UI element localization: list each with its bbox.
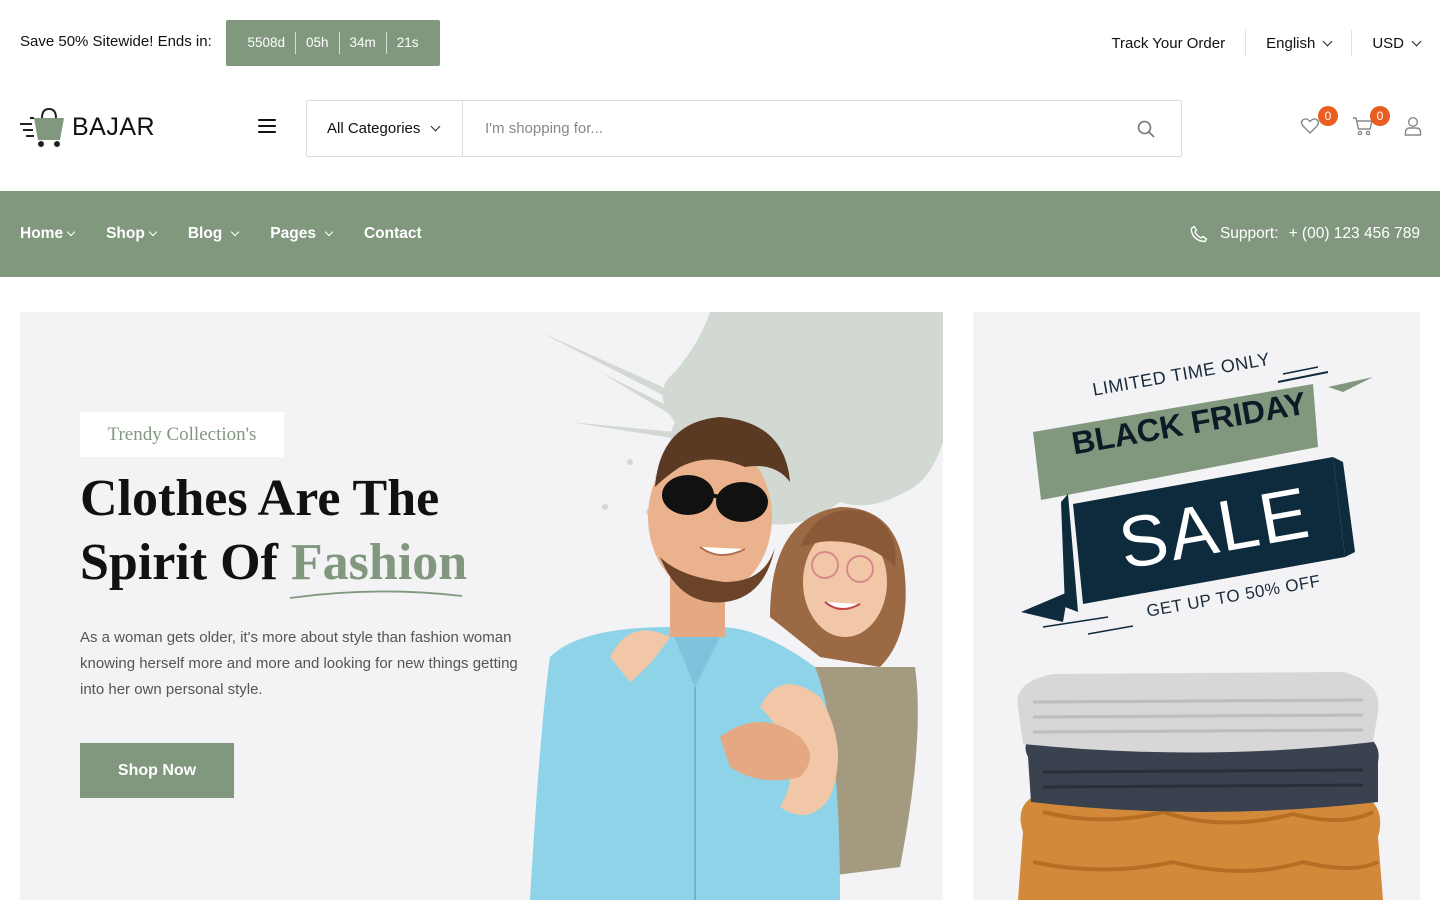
hero-title-accent: Fashion [290, 534, 468, 591]
track-order-label: Track Your Order [1111, 34, 1226, 52]
chevron-down-icon [1322, 36, 1333, 46]
sweater-stack-image [1017, 672, 1383, 900]
main-nav: Home Shop Blog Pages Contact Support: + … [0, 191, 1440, 277]
nav-item-label: Blog [187, 225, 223, 242]
underline-decoration [289, 590, 463, 599]
hero-tag: Trendy Collection's [80, 412, 284, 457]
logo[interactable]: BAJAR [20, 106, 155, 148]
support-info: Support: + (00) 123 456 789 [1190, 191, 1420, 277]
nav-item-blog[interactable]: Blog [187, 225, 240, 243]
track-order-link[interactable]: Track Your Order [1091, 35, 1245, 52]
header-icons: 0 0 [1300, 106, 1424, 142]
chevron-down-icon [1411, 36, 1422, 46]
countdown-hours: 05h [305, 35, 329, 50]
language-select[interactable]: English [1246, 35, 1351, 52]
logo-text: BAJAR [72, 112, 156, 141]
nav-item-label: Contact [363, 225, 422, 242]
chevron-down-icon [430, 121, 441, 132]
heart-icon [1300, 118, 1320, 134]
black-friday-banner[interactable]: LIMITED TIME ONLY BLACK FRIDAY SALE GET … [973, 312, 1420, 900]
chevron-down-icon [148, 227, 158, 237]
wishlist-count-badge: 0 [1318, 106, 1338, 126]
nav-item-label: Shop [106, 225, 145, 242]
hero-banner: Trendy Collection's Clothes Are The Spir… [20, 312, 943, 900]
support-label: Support: [1219, 225, 1279, 242]
category-select-label: All Categories [327, 120, 421, 137]
countdown-days: 5508d [247, 35, 285, 50]
shopping-bag-logo-icon [20, 107, 64, 147]
nav-item-shop[interactable]: Shop [106, 225, 158, 243]
chevron-down-icon [66, 227, 76, 237]
search-button[interactable] [1111, 101, 1181, 156]
chevron-down-icon [231, 227, 240, 237]
top-right-links: Track Your Order English USD [1091, 30, 1422, 56]
shop-now-button[interactable]: Shop Now [80, 743, 234, 798]
cart-count-badge: 0 [1370, 106, 1390, 126]
search-bar: All Categories [306, 100, 1182, 157]
search-input[interactable] [463, 101, 1111, 156]
user-icon [1404, 116, 1422, 136]
nav-item-label: Home [20, 225, 64, 242]
nav-item-label: Pages [270, 225, 316, 242]
nav-item-home[interactable]: Home [20, 225, 76, 243]
nav-items: Home Shop Blog Pages Contact [20, 191, 454, 277]
chevron-down-icon [324, 227, 334, 237]
support-phone-link[interactable]: + (00) 123 456 789 [1289, 225, 1420, 243]
category-select[interactable]: All Categories [307, 101, 463, 156]
menu-icon[interactable] [258, 119, 276, 134]
countdown-timer: 5508d 05h 34m 21s [226, 20, 440, 66]
currency-select[interactable]: USD [1352, 34, 1422, 52]
account-button[interactable] [1404, 116, 1422, 141]
top-bar: Save 50% Sitewide! Ends in: 5508d 05h 34… [0, 0, 1440, 85]
hero-title: Clothes Are The Spirit Of Fashion [80, 467, 467, 595]
language-label: English [1266, 34, 1316, 52]
hero-couple-image [530, 417, 918, 900]
currency-label: USD [1372, 34, 1404, 52]
search-icon [1137, 120, 1155, 138]
nav-item-pages[interactable]: Pages [270, 225, 334, 243]
nav-item-contact[interactable]: Contact [364, 225, 422, 243]
hero-title-line1: Clothes Are The [80, 470, 440, 527]
hero-description: As a woman gets older, it's more about s… [80, 629, 518, 698]
wishlist-button[interactable] [1300, 116, 1320, 141]
countdown-minutes: 34m [349, 35, 376, 50]
promo-text: Save 50% Sitewide! Ends in: [20, 33, 212, 50]
phone-icon [1190, 225, 1208, 243]
countdown-seconds: 21s [396, 35, 419, 50]
hero-title-line2: Spirit Of [80, 534, 278, 591]
